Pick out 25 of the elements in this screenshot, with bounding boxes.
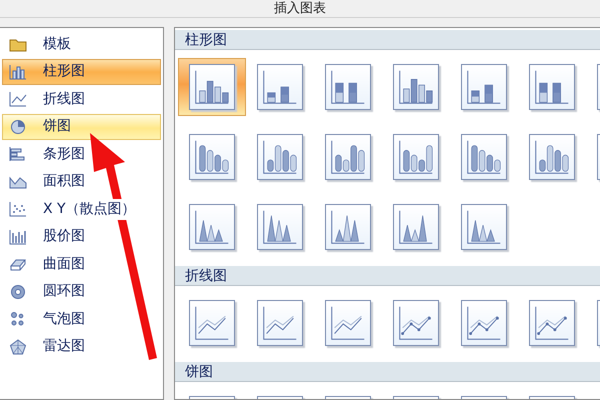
chart-type-item[interactable]: 折线图	[2, 86, 161, 112]
chart-type-item[interactable]: X Y（散点图）	[2, 196, 161, 222]
pie-chart-icon	[9, 118, 27, 134]
donut-chart-icon	[9, 284, 27, 300]
window-title: 插入图表	[0, 0, 600, 18]
section-header: 折线图	[175, 266, 600, 286]
chart-type-item[interactable]: 条形图	[2, 141, 161, 167]
chart-type-item[interactable]: 气泡图	[2, 306, 161, 332]
column-chart-icon	[9, 64, 27, 80]
chart-type-item[interactable]: 雷达图	[2, 334, 161, 360]
section-header: 饼图	[175, 362, 600, 382]
section-header: 柱形图	[175, 30, 600, 50]
chart-type-item[interactable]: 圆环图	[2, 278, 161, 304]
line-chart-icon	[9, 91, 27, 107]
scatter-chart-icon	[9, 201, 27, 217]
chart-type-item[interactable]: 面积图	[2, 168, 161, 194]
column-chart-thumbnail[interactable]	[178, 58, 246, 116]
radar-chart-icon	[9, 338, 27, 354]
chart-type-item[interactable]: 模板	[2, 31, 161, 57]
stock-chart-icon	[9, 228, 27, 244]
chart-type-item[interactable]: 股价图	[2, 224, 161, 250]
chart-type-item[interactable]: 曲面图	[2, 251, 161, 277]
chart-type-item[interactable]: 饼图	[2, 114, 161, 140]
chart-type-item[interactable]: 柱形图	[2, 58, 161, 84]
bar-chart-icon	[9, 146, 27, 162]
